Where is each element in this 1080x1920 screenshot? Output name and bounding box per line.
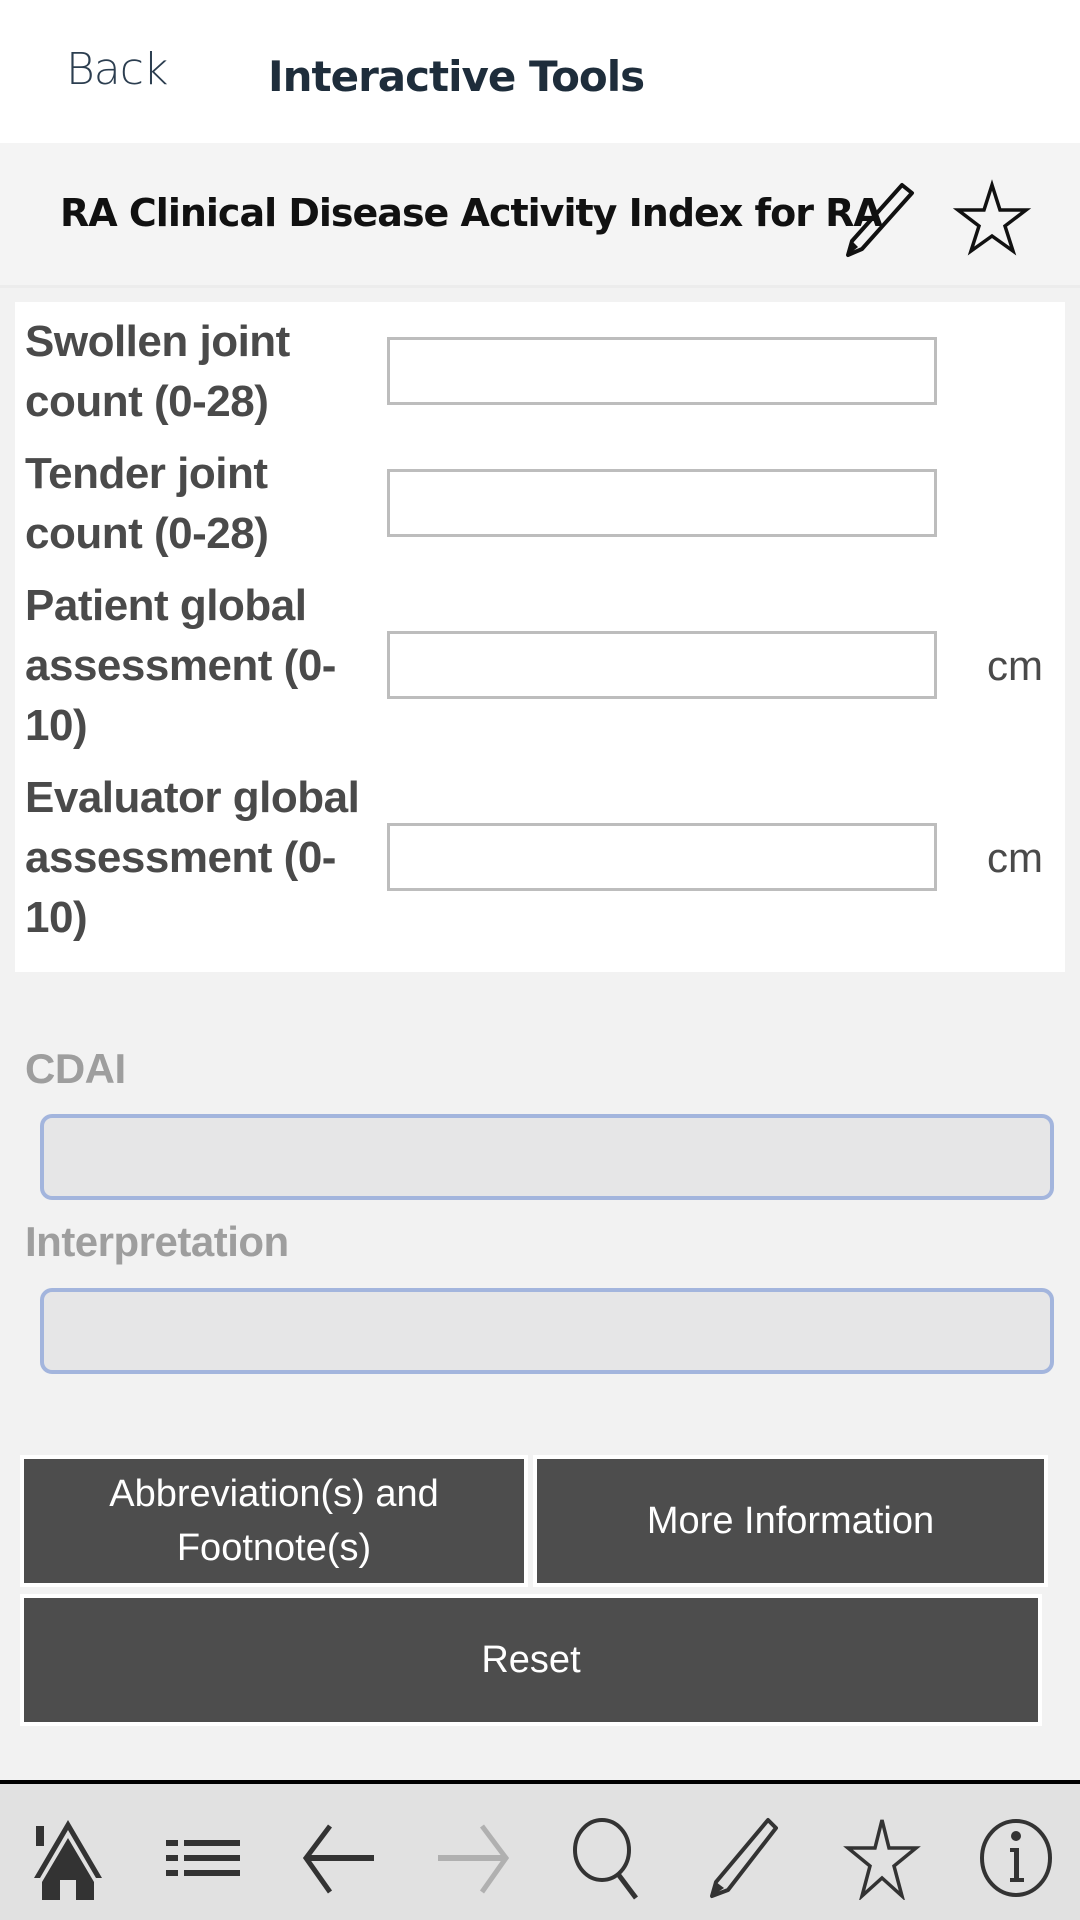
tool-title: RA Clinical Disease Activity Index for R… bbox=[60, 191, 883, 235]
back-button[interactable]: Back bbox=[66, 44, 168, 95]
interpretation-label: Interpretation bbox=[25, 1218, 289, 1265]
evaluator-global-input[interactable] bbox=[387, 823, 937, 891]
list-icon[interactable] bbox=[160, 1816, 244, 1900]
evaluator-global-unit: cm bbox=[987, 834, 1043, 881]
app-title: Interactive Tools bbox=[268, 52, 645, 101]
swollen-joint-input[interactable] bbox=[387, 337, 937, 405]
interpretation-output bbox=[40, 1288, 1054, 1374]
back-arrow-icon[interactable] bbox=[296, 1816, 380, 1900]
pencil-icon[interactable] bbox=[840, 179, 920, 259]
tool-title-bar: RA Clinical Disease Activity Index for R… bbox=[0, 143, 1080, 288]
tender-joint-label: Tender joint count (0-28) bbox=[25, 449, 269, 558]
info-icon[interactable] bbox=[974, 1816, 1058, 1900]
evaluator-global-label: Evaluator global assessment (0-10) bbox=[25, 773, 360, 942]
more-information-button[interactable]: More Information bbox=[533, 1455, 1048, 1587]
search-icon[interactable] bbox=[568, 1816, 652, 1900]
star-icon[interactable] bbox=[952, 179, 1032, 259]
cdai-label: CDAI bbox=[25, 1045, 126, 1092]
cdai-output bbox=[40, 1114, 1054, 1200]
top-header: Back Interactive Tools bbox=[0, 0, 1080, 143]
bottom-nav-bar bbox=[0, 1784, 1080, 1920]
patient-global-input[interactable] bbox=[387, 631, 937, 699]
input-form: Swollen joint count (0-28) Tender joint … bbox=[15, 302, 1065, 972]
tender-joint-input[interactable] bbox=[387, 469, 937, 537]
patient-global-unit: cm bbox=[987, 642, 1043, 689]
abbreviations-button[interactable]: Abbreviation(s) and Footnote(s) bbox=[20, 1455, 528, 1587]
forward-arrow-icon[interactable] bbox=[432, 1816, 516, 1900]
swollen-joint-label: Swollen joint count (0-28) bbox=[25, 317, 290, 426]
pencil-icon[interactable] bbox=[704, 1816, 788, 1900]
reset-button[interactable]: Reset bbox=[20, 1594, 1042, 1726]
star-icon[interactable] bbox=[840, 1816, 924, 1900]
patient-global-label: Patient global assessment (0-10) bbox=[25, 581, 336, 750]
home-icon[interactable] bbox=[26, 1816, 110, 1900]
